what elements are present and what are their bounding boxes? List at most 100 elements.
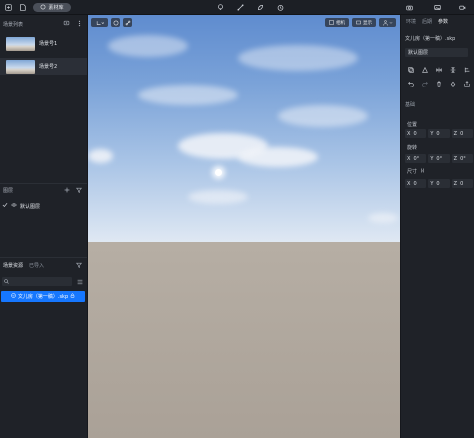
fill-icon[interactable]	[449, 80, 457, 88]
rotation-fields: X 0° Y 0° Z 0°	[405, 154, 473, 163]
library-icon	[40, 4, 46, 12]
transform-tools	[407, 66, 471, 74]
layer-item[interactable]: 默认图层	[2, 202, 40, 210]
top-toolbar: 素材库	[0, 0, 474, 15]
resource-file-label: 文儿房（第一稿）.skp	[17, 294, 69, 300]
right-panel: 环境 后期 参数 文儿房（第一稿）.skp 默认图层 基础 位置 X0 Y0 Z…	[401, 15, 474, 438]
size-label: 尺寸	[407, 169, 418, 175]
list-view-icon[interactable]	[75, 278, 84, 286]
flip-vertical-icon[interactable]	[449, 66, 457, 74]
undo-icon[interactable]	[407, 80, 415, 88]
filter-icon[interactable]	[74, 186, 83, 194]
link-button[interactable]	[123, 18, 132, 27]
tab-environment[interactable]: 环境	[406, 18, 416, 25]
scene-item[interactable]: 场景号1	[0, 35, 87, 52]
share-icon[interactable]	[463, 80, 471, 88]
chevron-down-icon	[389, 21, 392, 24]
size-z-input[interactable]: Z0	[451, 179, 473, 188]
rotation-label: 旋转	[407, 145, 418, 151]
edit-tools	[407, 80, 471, 88]
layer-select-value: 默认图层	[408, 50, 429, 56]
camera-button[interactable]: 相机	[325, 18, 349, 27]
display-button[interactable]: 显示	[352, 18, 376, 27]
lock-icon	[70, 293, 75, 300]
divider	[0, 257, 87, 258]
scene-item-label: 场景号2	[39, 64, 58, 70]
redo-icon[interactable]	[421, 80, 429, 88]
position-y-input[interactable]: Y0	[428, 129, 450, 138]
search-input[interactable]	[2, 277, 72, 286]
axes-button[interactable]	[91, 18, 108, 27]
add-layer-icon[interactable]	[62, 186, 71, 194]
position-fields: X0 Y0 Z0	[405, 129, 473, 138]
size-label-row: 尺寸	[407, 168, 425, 175]
link-icon	[125, 20, 130, 25]
position-x-input[interactable]: X0	[405, 129, 427, 138]
position-label: 位置	[407, 122, 418, 128]
layers-title: 图层	[3, 188, 14, 194]
model-icon	[11, 293, 16, 300]
timer-icon[interactable]	[276, 3, 285, 11]
scene-thumbnail	[6, 59, 35, 74]
scene-thumbnail	[6, 36, 35, 51]
rotation-z-input[interactable]: Z 0°	[451, 154, 473, 163]
grid-icon	[113, 20, 118, 25]
position-z-input[interactable]: Z0	[451, 129, 473, 138]
scene-list-title: 场景列表	[3, 22, 24, 28]
size-fields: X0 Y0 Z0	[405, 179, 473, 188]
flip-horizontal-icon[interactable]	[435, 66, 443, 74]
library-label: 素材库	[48, 5, 64, 11]
display-label: 显示	[363, 20, 372, 26]
search-icon	[4, 279, 9, 284]
layer-item-label: 默认图层	[20, 203, 41, 210]
person-icon	[382, 19, 388, 26]
tab-post[interactable]: 后期	[422, 18, 432, 25]
layer-select[interactable]: 默认图层	[405, 48, 468, 57]
filter-icon[interactable]	[74, 261, 83, 269]
person-button[interactable]	[379, 18, 396, 27]
copy-icon[interactable]	[407, 66, 415, 74]
tab-imported[interactable]: 已导入	[29, 262, 44, 269]
scene-item-label: 场景号1	[39, 41, 58, 47]
camera-icon[interactable]	[405, 3, 414, 11]
export-icon[interactable]	[4, 3, 13, 11]
divider	[0, 183, 87, 184]
right-tabs: 环境 后期 参数	[406, 18, 448, 25]
ground-plane	[88, 242, 400, 438]
tab-scene-resources[interactable]: 场景资源	[3, 262, 23, 269]
document-icon[interactable]	[18, 3, 27, 11]
tab-params[interactable]: 参数	[438, 18, 448, 25]
eye-icon[interactable]	[11, 202, 17, 210]
check-icon[interactable]	[2, 202, 8, 210]
leaf-icon[interactable]	[256, 3, 265, 11]
rotation-x-input[interactable]: X 0°	[405, 154, 427, 163]
scene-item[interactable]: 场景号2	[0, 58, 87, 75]
rotation-y-input[interactable]: Y 0°	[428, 154, 450, 163]
sky	[88, 15, 400, 242]
resource-file-item[interactable]: 文儿房（第一稿）.skp	[1, 291, 85, 302]
sun	[215, 169, 222, 176]
display-icon	[356, 20, 361, 25]
warning-icon[interactable]	[421, 66, 429, 74]
left-panel: 场景列表 场景号1 场景号2 图层 默认图层 场景资源 已导入 文儿房（第一稿）…	[0, 15, 87, 438]
camera-label: 相机	[336, 20, 345, 26]
basic-label: 基础	[405, 102, 416, 108]
align-icon[interactable]	[463, 66, 471, 74]
size-y-input[interactable]: Y0	[428, 179, 450, 188]
render-viewport[interactable]: 相机 显示	[88, 15, 400, 438]
axes-icon	[96, 20, 104, 25]
object-name: 文儿房（第一稿）.skp	[405, 36, 456, 42]
lock-ratio-icon[interactable]	[420, 168, 425, 175]
path-icon[interactable]	[236, 3, 245, 11]
more-icon[interactable]	[75, 19, 84, 27]
library-button[interactable]: 素材库	[33, 3, 71, 12]
image-icon[interactable]	[433, 3, 442, 11]
delete-icon[interactable]	[435, 80, 443, 88]
grid-button[interactable]	[111, 18, 120, 27]
bulb-icon[interactable]	[216, 3, 225, 11]
size-x-input[interactable]: X0	[405, 179, 427, 188]
camera-icon	[329, 20, 334, 25]
resource-tabs: 场景资源 已导入	[3, 262, 44, 269]
add-scene-icon[interactable]	[62, 19, 71, 27]
video-icon[interactable]	[458, 3, 467, 11]
